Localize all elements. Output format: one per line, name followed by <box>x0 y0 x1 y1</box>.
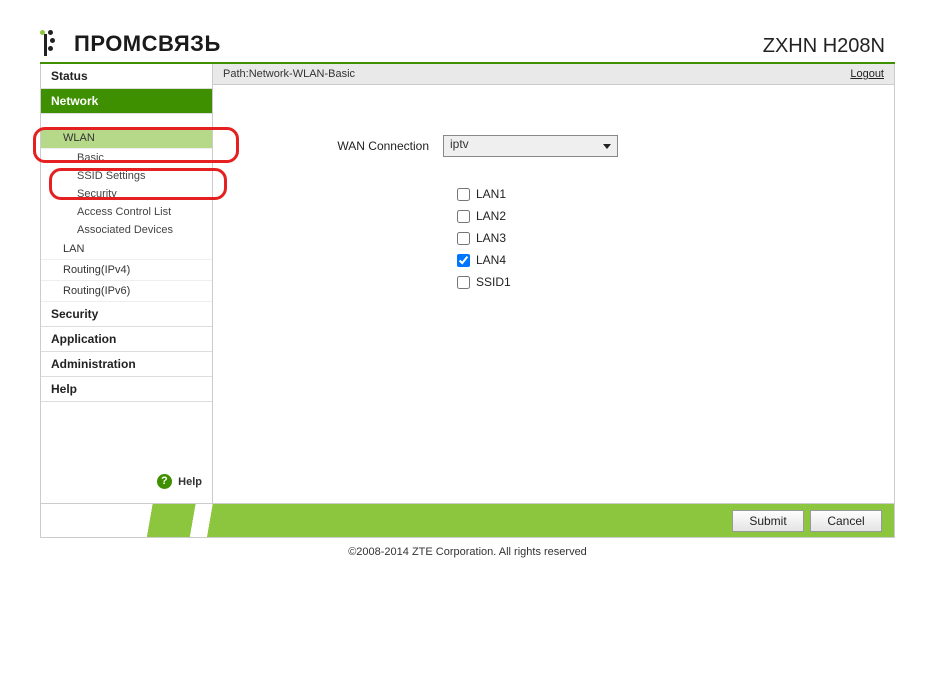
wan-connection-select[interactable]: iptv <box>443 135 618 157</box>
help-link-label: Help <box>178 476 202 488</box>
help-icon: ? <box>157 474 172 489</box>
port-checklist: LAN1 LAN2 LAN3 LAN4 <box>457 187 864 289</box>
sidebar-item-help[interactable]: Help <box>41 377 212 402</box>
sidebar-sub-wlan[interactable]: WLAN <box>41 128 212 149</box>
device-model: ZXHN H208N <box>763 35 895 58</box>
port-lan2-label: LAN2 <box>476 209 506 223</box>
path-bar: Path:Network-WLAN-Basic Logout <box>213 64 894 85</box>
port-ssid1-row[interactable]: SSID1 <box>457 275 864 289</box>
sidebar-item-security[interactable]: Security <box>41 302 212 327</box>
sidebar-subsub-ssid-settings[interactable]: SSID Settings <box>41 167 212 185</box>
main-panel: Path:Network-WLAN-Basic Logout WAN Conne… <box>213 64 894 503</box>
port-lan2-checkbox[interactable] <box>457 210 470 223</box>
help-link-row[interactable]: ? Help <box>41 454 212 503</box>
wan-connection-row: WAN Connection iptv <box>243 135 864 157</box>
header: ПРОМСВЯЗЬ ZXHN H208N <box>40 30 895 64</box>
port-lan3-label: LAN3 <box>476 231 506 245</box>
port-ssid1-checkbox[interactable] <box>457 276 470 289</box>
wan-connection-value: iptv <box>450 137 469 151</box>
path-text: Path:Network-WLAN-Basic <box>223 68 355 80</box>
sidebar-item-application[interactable]: Application <box>41 327 212 352</box>
port-lan3-checkbox[interactable] <box>457 232 470 245</box>
logout-link[interactable]: Logout <box>850 68 884 80</box>
brand-icon <box>40 30 66 58</box>
cancel-button[interactable]: Cancel <box>810 510 882 532</box>
port-lan1-label: LAN1 <box>476 187 506 201</box>
port-lan1-row[interactable]: LAN1 <box>457 187 864 201</box>
sidebar: Status Network WLAN Basic SSID Settings … <box>41 64 213 503</box>
action-bar: Submit Cancel <box>40 504 895 538</box>
sidebar-subsub-security[interactable]: Security <box>41 185 212 203</box>
port-lan4-row[interactable]: LAN4 <box>457 253 864 267</box>
port-lan4-label: LAN4 <box>476 253 506 267</box>
port-ssid1-label: SSID1 <box>476 275 511 289</box>
sidebar-sub-routing-ipv4[interactable]: Routing(IPv4) <box>41 260 212 281</box>
port-lan2-row[interactable]: LAN2 <box>457 209 864 223</box>
content-area: WAN Connection iptv LAN1 LAN2 <box>213 85 894 503</box>
sidebar-sub-lan[interactable]: LAN <box>41 239 212 260</box>
port-lan3-row[interactable]: LAN3 <box>457 231 864 245</box>
wan-connection-label: WAN Connection <box>243 139 443 153</box>
sidebar-item-administration[interactable]: Administration <box>41 352 212 377</box>
submit-button[interactable]: Submit <box>732 510 804 532</box>
port-lan1-checkbox[interactable] <box>457 188 470 201</box>
sidebar-subsub-basic[interactable]: Basic <box>41 149 212 167</box>
path-prefix: Path: <box>223 68 249 80</box>
sidebar-subsub-associated-devices[interactable]: Associated Devices <box>41 221 212 239</box>
sidebar-network-sub: WLAN Basic SSID Settings Security Access… <box>41 114 212 302</box>
copyright-text: ©2008-2014 ZTE Corporation. All rights r… <box>40 546 895 558</box>
sidebar-item-status[interactable]: Status <box>41 64 212 89</box>
sidebar-sub-routing-ipv6[interactable]: Routing(IPv6) <box>41 281 212 302</box>
logo: ПРОМСВЯЗЬ <box>40 30 221 58</box>
sidebar-item-network[interactable]: Network <box>41 89 212 114</box>
port-lan4-checkbox[interactable] <box>457 254 470 267</box>
brand-text: ПРОМСВЯЗЬ <box>74 31 221 57</box>
sidebar-subsub-acl[interactable]: Access Control List <box>41 203 212 221</box>
path-value: Network-WLAN-Basic <box>249 68 355 80</box>
